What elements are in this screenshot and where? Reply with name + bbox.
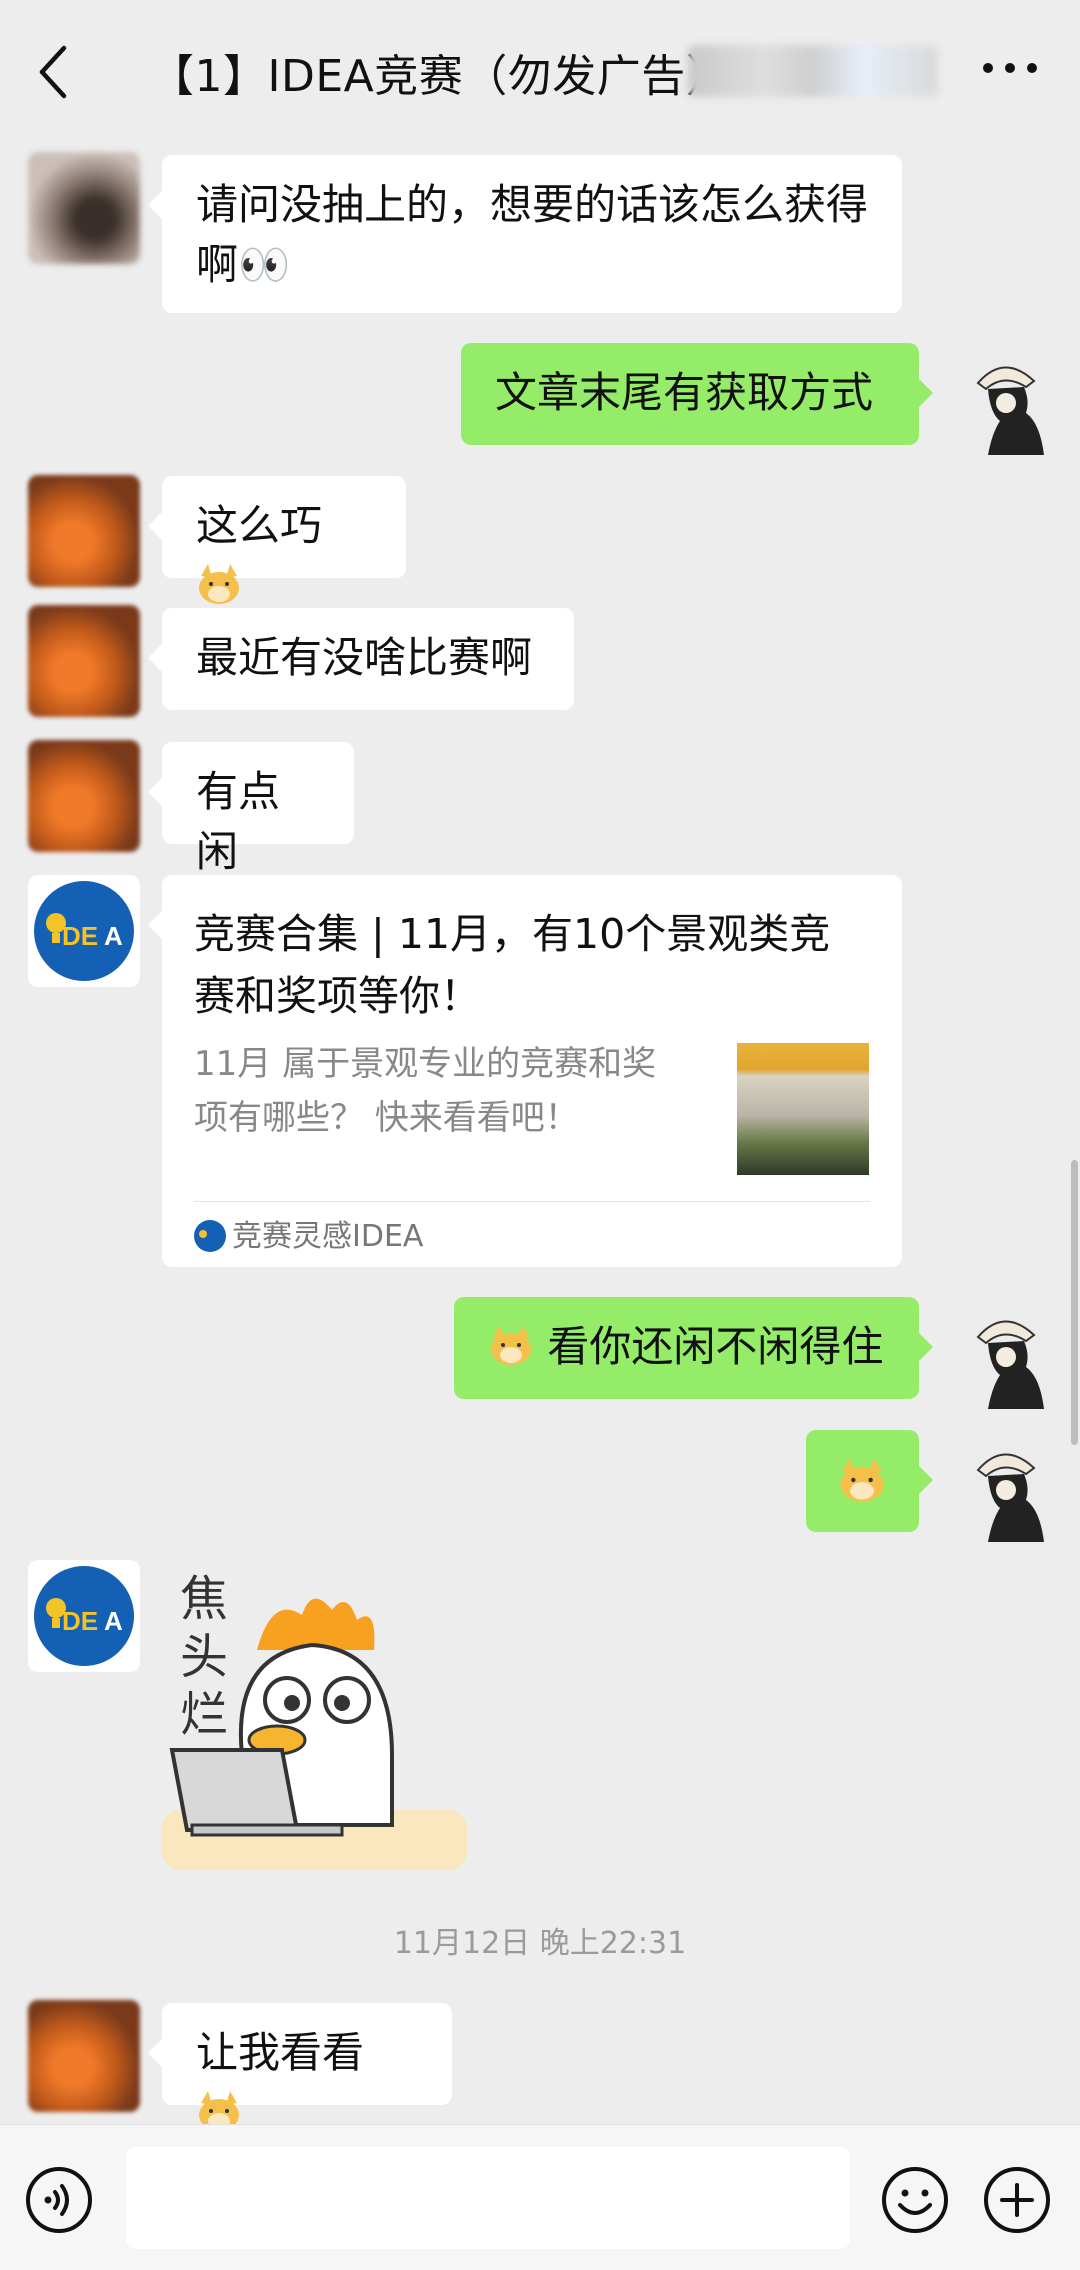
sticker-image[interactable]: 焦 头 烂 额 bbox=[162, 1555, 472, 1870]
message-text: 看你还闲不闲得住 bbox=[547, 1322, 884, 1371]
message-bubble[interactable]: 有点闲 bbox=[148, 742, 354, 876]
sticker-caption-2: 头 bbox=[180, 1629, 228, 1685]
message-bubble[interactable]: 看你还闲不闲得住 bbox=[454, 1297, 933, 1399]
self-avatar-image bbox=[948, 343, 1060, 455]
self-avatar[interactable] bbox=[948, 1297, 1060, 1409]
idea-logo-icon: DE A bbox=[34, 1566, 134, 1666]
chat-title: 【1】IDEA竞赛（勿发广告） bbox=[150, 51, 731, 102]
emoji-icon[interactable] bbox=[880, 2165, 950, 2235]
scrollbar[interactable] bbox=[1071, 1160, 1078, 1445]
sticker-caption-3: 烂 bbox=[180, 1687, 228, 1743]
svg-text:A: A bbox=[104, 921, 123, 951]
doge-emoji-icon bbox=[840, 1458, 884, 1502]
message-bubble[interactable] bbox=[806, 1430, 933, 1532]
message-text: 请问没抽上的，想要的话该怎么获得啊👀 bbox=[196, 180, 869, 289]
avatar[interactable] bbox=[28, 152, 140, 264]
message-timestamp: 11月12日 晚上22:31 bbox=[393, 1926, 687, 1961]
svg-text:A: A bbox=[104, 1606, 123, 1636]
article-source: 竞赛灵感IDEA bbox=[232, 1219, 424, 1254]
message-text: 文章末尾有获取方式 bbox=[495, 368, 874, 417]
avatar[interactable] bbox=[28, 475, 140, 587]
doge-emoji-icon bbox=[199, 564, 239, 604]
message-bubble[interactable]: 让我看看 bbox=[148, 2003, 452, 2131]
plus-icon[interactable] bbox=[982, 2165, 1052, 2235]
self-avatar[interactable] bbox=[948, 1430, 1060, 1542]
self-avatar-image bbox=[948, 1297, 1060, 1409]
message-text: 让我看看 bbox=[196, 2028, 365, 2077]
avatar[interactable] bbox=[28, 2000, 140, 2112]
avatar[interactable] bbox=[28, 740, 140, 852]
back-arrow-icon[interactable] bbox=[34, 42, 84, 102]
message-text: 这么巧 bbox=[196, 501, 323, 550]
doge-emoji-icon bbox=[491, 1325, 531, 1365]
message-input[interactable] bbox=[126, 2147, 850, 2249]
chat-header: 【1】IDEA竞赛（勿发广告） bbox=[0, 0, 1080, 140]
idea-avatar[interactable]: DE A bbox=[28, 875, 140, 987]
article-title: 竞赛合集 | 11月，有10个景观类竞赛和奖项等你！ bbox=[194, 910, 831, 1020]
message-bubble[interactable]: 请问没抽上的，想要的话该怎么获得啊👀 bbox=[148, 155, 902, 313]
article-thumbnail bbox=[737, 1043, 869, 1175]
message-bubble[interactable]: 最近有没啥比赛啊 bbox=[148, 608, 574, 710]
input-bar bbox=[0, 2124, 1080, 2270]
sticker-caption-1: 焦 bbox=[180, 1571, 228, 1627]
article-description: 11月 属于景观专业的竞赛和奖项有哪些？ 快来看看吧！ bbox=[194, 1044, 657, 1138]
svg-text:DE: DE bbox=[62, 921, 98, 951]
article-card[interactable]: 竞赛合集 | 11月，有10个景观类竞赛和奖项等你！ 11月 属于景观专业的竞赛… bbox=[148, 875, 902, 1267]
source-logo-icon bbox=[194, 1220, 226, 1252]
message-text: 最近有没啥比赛啊 bbox=[196, 633, 533, 682]
self-avatar[interactable] bbox=[948, 343, 1060, 455]
idea-avatar[interactable]: DE A bbox=[28, 1560, 140, 1672]
message-bubble[interactable]: 文章末尾有获取方式 bbox=[461, 343, 933, 445]
avatar[interactable] bbox=[28, 605, 140, 717]
voice-icon[interactable] bbox=[24, 2165, 94, 2235]
svg-text:DE: DE bbox=[62, 1606, 98, 1636]
more-dots-icon[interactable] bbox=[980, 58, 1040, 78]
message-text: 有点闲 bbox=[196, 767, 281, 876]
title-redacted-area bbox=[688, 45, 938, 97]
card-divider bbox=[194, 1201, 870, 1202]
idea-logo-icon: DE A bbox=[34, 881, 134, 981]
self-avatar-image bbox=[948, 1430, 1060, 1542]
message-bubble[interactable]: 这么巧 bbox=[148, 476, 406, 604]
